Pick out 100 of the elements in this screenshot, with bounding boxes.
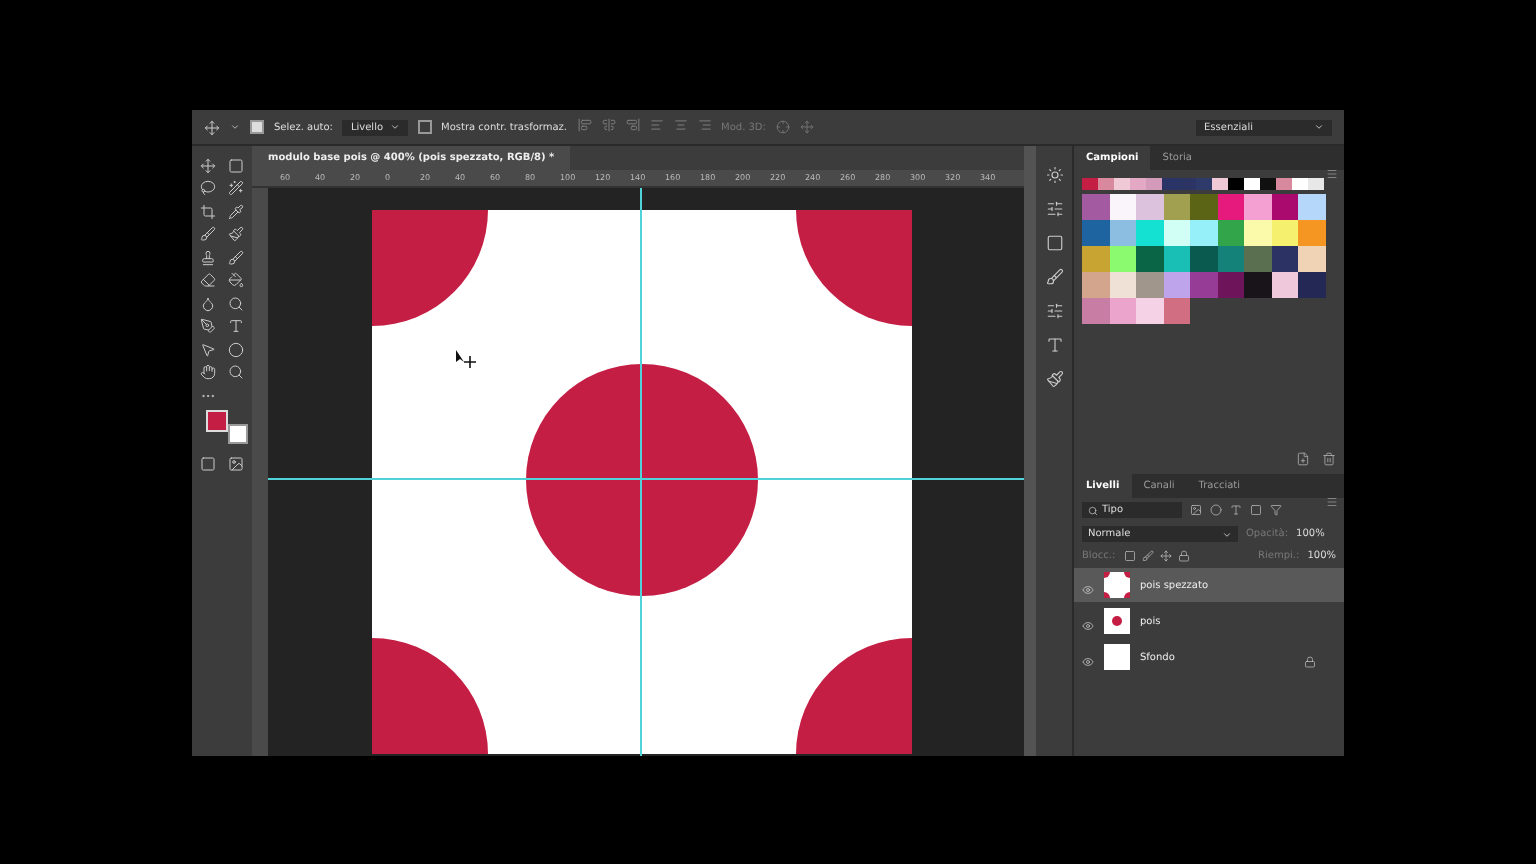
color-swatch[interactable] [1271,272,1298,298]
menu-icon[interactable] [1326,168,1338,180]
text-filter-icon[interactable] [1230,504,1242,516]
color-swatch[interactable] [1109,194,1136,220]
color-swatch[interactable] [1298,246,1325,272]
transform-icon[interactable] [1045,234,1063,252]
color-swatch[interactable] [1217,220,1244,246]
background-color-swatch[interactable] [228,423,248,443]
foreground-color-swatch[interactable] [206,409,228,431]
color-swatch[interactable] [1292,178,1309,190]
color-swatch[interactable] [1136,272,1163,298]
color-swatch[interactable] [1146,178,1163,190]
eye-icon[interactable] [1082,584,1094,596]
color-swatch[interactable] [1298,220,1325,246]
quick-mask-icon[interactable] [200,456,216,473]
color-swatch[interactable] [1276,178,1293,190]
search-icon[interactable] [1088,505,1098,515]
eye-icon[interactable] [1082,656,1094,668]
color-swatch[interactable] [1298,194,1325,220]
color-swatch[interactable] [1082,194,1109,220]
align-icon[interactable] [577,118,592,132]
adjust-filter-icon[interactable] [1210,504,1222,516]
align-icon[interactable] [673,118,688,132]
color-swatch[interactable] [1298,272,1325,298]
dodge-tool-icon[interactable] [228,295,244,312]
color-swatch[interactable] [1260,178,1277,190]
color-swatch[interactable] [1190,220,1217,246]
move-icon[interactable] [204,119,220,135]
blur-tool-icon[interactable] [200,295,216,312]
color-swatch[interactable] [1136,298,1163,324]
align-icon[interactable] [625,118,640,132]
crop-tool-icon[interactable] [200,203,216,220]
color-swatch[interactable] [1271,246,1298,272]
trash-icon[interactable] [1322,452,1336,466]
color-swatch[interactable] [1163,220,1190,246]
color-swatch[interactable] [1109,272,1136,298]
color-swatch[interactable] [1244,194,1271,220]
color-swatch[interactable] [1308,178,1325,190]
stamp-tool-icon[interactable] [200,249,216,266]
pen-tool-icon[interactable] [200,318,216,335]
3d-pan-icon[interactable] [799,120,814,134]
color-swatch[interactable] [1109,298,1136,324]
selection-tool-icon[interactable] [200,341,216,358]
shape-filter-icon[interactable] [1250,504,1262,516]
lock-position-icon[interactable] [1159,550,1172,562]
color-swatch[interactable] [1244,220,1271,246]
brush-tool-icon[interactable] [200,226,216,243]
color-swatch[interactable] [1082,298,1109,324]
adjust-icon[interactable] [1045,166,1063,184]
color-swatch[interactable] [1082,246,1109,272]
smart-filter-icon[interactable] [1270,504,1282,516]
zoom-tool-icon[interactable] [228,364,244,381]
color-swatch[interactable] [1190,272,1217,298]
color-swatch[interactable] [1136,194,1163,220]
color-swatch[interactable] [1271,194,1298,220]
lock-pixels-icon[interactable] [1123,550,1136,562]
wand-tool-icon[interactable] [228,180,244,197]
brush-icon[interactable] [1045,268,1063,286]
align-icon[interactable] [697,118,712,132]
history-brush-icon[interactable] [228,249,244,266]
pixel-filter-icon[interactable] [1190,504,1202,516]
color-swatch[interactable] [1162,178,1180,190]
checkbox[interactable] [417,120,432,134]
color-swatch[interactable] [1082,178,1099,190]
checkbox[interactable] [250,120,264,134]
color-swatch[interactable] [1114,178,1131,190]
color-swatch[interactable] [1163,246,1190,272]
new-swatch-icon[interactable] [1296,452,1310,466]
eye-icon[interactable] [1082,620,1094,632]
color-swatch[interactable] [1109,246,1136,272]
marquee-tool-icon[interactable] [228,157,244,174]
color-swatch[interactable] [1082,220,1109,246]
color-swatch[interactable] [1190,246,1217,272]
color-swatch[interactable] [1163,194,1190,220]
color-swatch[interactable] [1217,194,1244,220]
eyedropper-tool-icon[interactable] [228,203,244,220]
color-swatch[interactable] [1098,178,1115,190]
move-tool-icon[interactable] [200,157,216,174]
color-swatch[interactable] [1217,246,1244,272]
paragraph-icon[interactable] [1045,370,1063,388]
color-swatch[interactable] [1109,220,1136,246]
color-swatch[interactable] [1163,298,1190,324]
color-swatch[interactable] [1244,246,1271,272]
color-swatch[interactable] [1217,272,1244,298]
menu-icon[interactable] [1326,496,1338,508]
color-swatch[interactable] [1136,220,1163,246]
lasso-tool-icon[interactable] [200,180,216,197]
color-swatch[interactable] [1244,272,1271,298]
pencil-tool-icon[interactable] [228,226,244,243]
color-swatch[interactable] [1163,272,1190,298]
text-tool-icon[interactable] [228,318,244,335]
bucket-tool-icon[interactable] [228,272,244,289]
color-swatch[interactable] [1082,272,1109,298]
histogram-icon[interactable] [1045,200,1063,218]
align-icon[interactable] [649,118,664,132]
ellipse-tool-icon[interactable] [228,341,244,358]
character-icon[interactable] [1045,336,1063,354]
eraser-tool-icon[interactable] [200,272,216,289]
align-icon[interactable] [601,118,616,132]
color-swatch[interactable] [1136,246,1163,272]
